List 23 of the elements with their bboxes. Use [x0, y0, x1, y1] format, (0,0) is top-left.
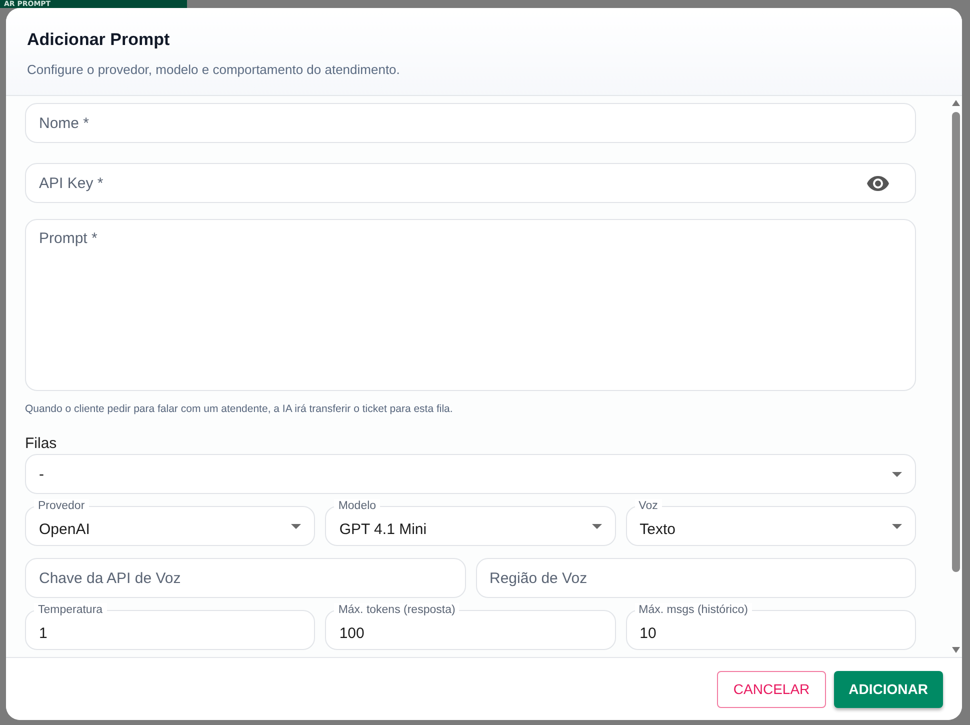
queues-label: Filas [25, 435, 58, 452]
dialog-title: Adicionar Prompt [27, 30, 171, 50]
dropdown-caret-icon [892, 472, 902, 476]
api-key-field[interactable]: API Key * [25, 163, 916, 203]
name-field[interactable]: Nome * [25, 103, 916, 143]
field-label: Máx. msgs (histórico) [634, 603, 752, 617]
queues-select[interactable]: - [25, 454, 916, 494]
scroll-down-icon[interactable] [952, 647, 960, 653]
add-button[interactable]: ADICIONAR [834, 670, 943, 708]
field-label: Temperatura [34, 603, 107, 617]
input-field[interactable]: Região de Voz [476, 558, 916, 598]
dialog-subtitle: Configure o provedor, modelo e comportamento do atendimento. [27, 62, 401, 77]
dropdown-caret-icon [592, 524, 602, 528]
scroll-up-icon[interactable] [952, 100, 960, 106]
scrollbar-thumb[interactable] [952, 112, 960, 572]
input-field[interactable]: Chave da API de Voz [25, 558, 466, 598]
prompt-field[interactable]: Prompt * [25, 219, 916, 391]
eye-icon[interactable] [867, 176, 889, 190]
field-label: Máx. tokens (resposta) [334, 603, 460, 617]
dropdown-caret-icon [892, 524, 902, 528]
dropdown-caret-icon [291, 524, 302, 528]
helper-text: Quando o cliente pedir para falar com um atendente, a IA irá transferir o ticket para esta fila. [25, 403, 454, 415]
cancel-button[interactable]: CANCELAR [717, 670, 826, 708]
